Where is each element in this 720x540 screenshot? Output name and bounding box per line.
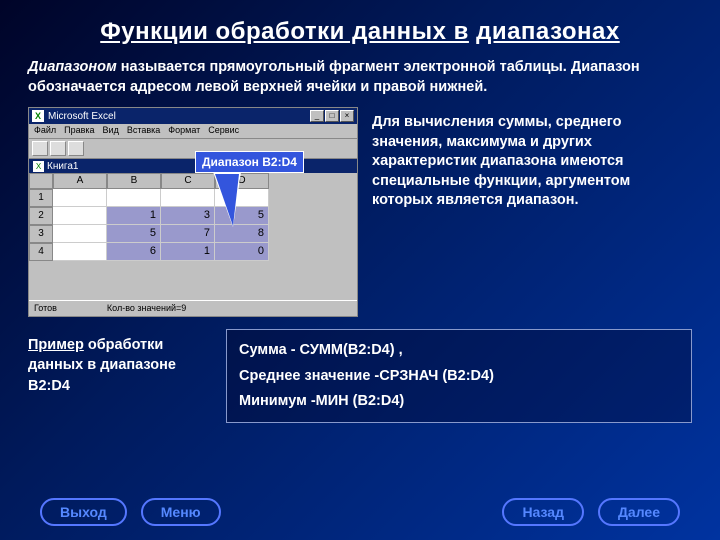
cell[interactable]: 1 [107, 207, 161, 225]
toolbar-button[interactable] [50, 141, 66, 156]
excel-menubar: Файл Правка Вид Вставка Формат Сервис [29, 124, 357, 139]
workbook-titlebar: X Книга1 [29, 159, 357, 173]
maximize-icon[interactable]: □ [325, 110, 339, 122]
excel-toolbar [29, 139, 357, 159]
row-header[interactable]: 2 [29, 207, 53, 225]
intro-text: называется прямоугольный фрагмент электр… [28, 59, 640, 95]
status-ready: Готов [34, 303, 57, 314]
slide-title: Функции обработки данных в диапазонах [0, 0, 720, 58]
workbook-name: Книга1 [47, 161, 78, 172]
intro-term: Диапазоном [28, 59, 117, 75]
cell[interactable] [53, 189, 107, 207]
cell[interactable] [53, 207, 107, 225]
formula-min: Минимум -МИН (B2:D4) [239, 389, 679, 414]
cell[interactable]: 6 [107, 243, 161, 261]
menu-file[interactable]: Файл [34, 125, 56, 137]
intro-paragraph: Диапазоном называется прямоугольный фраг… [0, 58, 720, 107]
menu-edit[interactable]: Правка [64, 125, 94, 137]
window-buttons: _ □ × [310, 110, 354, 122]
corner-cell[interactable] [29, 173, 53, 189]
table-row: 2 1 3 5 [29, 207, 357, 225]
cell[interactable] [107, 189, 161, 207]
row-header[interactable]: 4 [29, 243, 53, 261]
row-header[interactable]: 3 [29, 225, 53, 243]
table-row: 1 [29, 189, 357, 207]
formula-sum: Сумма - СУММ(B2:D4) , [239, 338, 679, 363]
cell[interactable]: 8 [215, 225, 269, 243]
table-row: 4 6 1 0 [29, 243, 357, 261]
cell[interactable] [161, 189, 215, 207]
menu-button[interactable]: Меню [141, 498, 221, 526]
next-button[interactable]: Далее [598, 498, 680, 526]
excel-titlebar: X Microsoft Excel _ □ × [29, 108, 357, 124]
middle-section: X Microsoft Excel _ □ × Файл Правка Вид … [0, 107, 720, 325]
minimize-icon[interactable]: _ [310, 110, 324, 122]
row-header[interactable]: 1 [29, 189, 53, 207]
excel-icon: X [32, 110, 44, 122]
formulas-box: Сумма - СУММ(B2:D4) , Среднее значение -… [226, 329, 692, 423]
example-label: Пример обработки данных в диапазоне B2:D… [28, 329, 208, 396]
cell[interactable] [53, 225, 107, 243]
status-count: Кол-во значений=9 [107, 303, 186, 314]
back-button[interactable]: Назад [502, 498, 584, 526]
cell[interactable]: 7 [161, 225, 215, 243]
col-header-b[interactable]: B [107, 173, 161, 189]
menu-tools[interactable]: Сервис [208, 125, 239, 137]
cell[interactable]: 1 [161, 243, 215, 261]
range-callout: Диапазон B2:D4 [195, 151, 304, 173]
excel-app-name: Microsoft Excel [48, 111, 116, 122]
example-underline: Пример [28, 337, 84, 353]
callout-tail [215, 174, 239, 226]
menu-view[interactable]: Вид [103, 125, 119, 137]
cell[interactable]: 3 [161, 207, 215, 225]
excel-statusbar: Готов Кол-во значений=9 [29, 300, 357, 316]
right-description: Для вычисления суммы, среднего значения,… [372, 107, 692, 211]
col-header-c[interactable]: C [161, 173, 215, 189]
cell[interactable]: 0 [215, 243, 269, 261]
cell[interactable] [53, 243, 107, 261]
excel-screenshot: X Microsoft Excel _ □ × Файл Правка Вид … [28, 107, 358, 317]
title-text-2: диапазонах [476, 18, 620, 45]
menu-insert[interactable]: Вставка [127, 125, 160, 137]
exit-button[interactable]: Выход [40, 498, 127, 526]
col-header-a[interactable]: A [53, 173, 107, 189]
nav-buttons: Выход Меню Назад Далее [0, 498, 720, 526]
bottom-section: Пример обработки данных в диапазоне B2:D… [0, 325, 720, 427]
cell[interactable]: 5 [107, 225, 161, 243]
menu-format[interactable]: Формат [168, 125, 200, 137]
formula-avg: Среднее значение -СРЗНАЧ (B2:D4) [239, 364, 679, 389]
column-headers: A B C D [29, 173, 357, 189]
workbook-icon: X [33, 161, 44, 172]
title-text-1: Функции обработки данных в [100, 18, 469, 45]
table-row: 3 5 7 8 [29, 225, 357, 243]
toolbar-button[interactable] [68, 141, 84, 156]
toolbar-button[interactable] [32, 141, 48, 156]
close-icon[interactable]: × [340, 110, 354, 122]
